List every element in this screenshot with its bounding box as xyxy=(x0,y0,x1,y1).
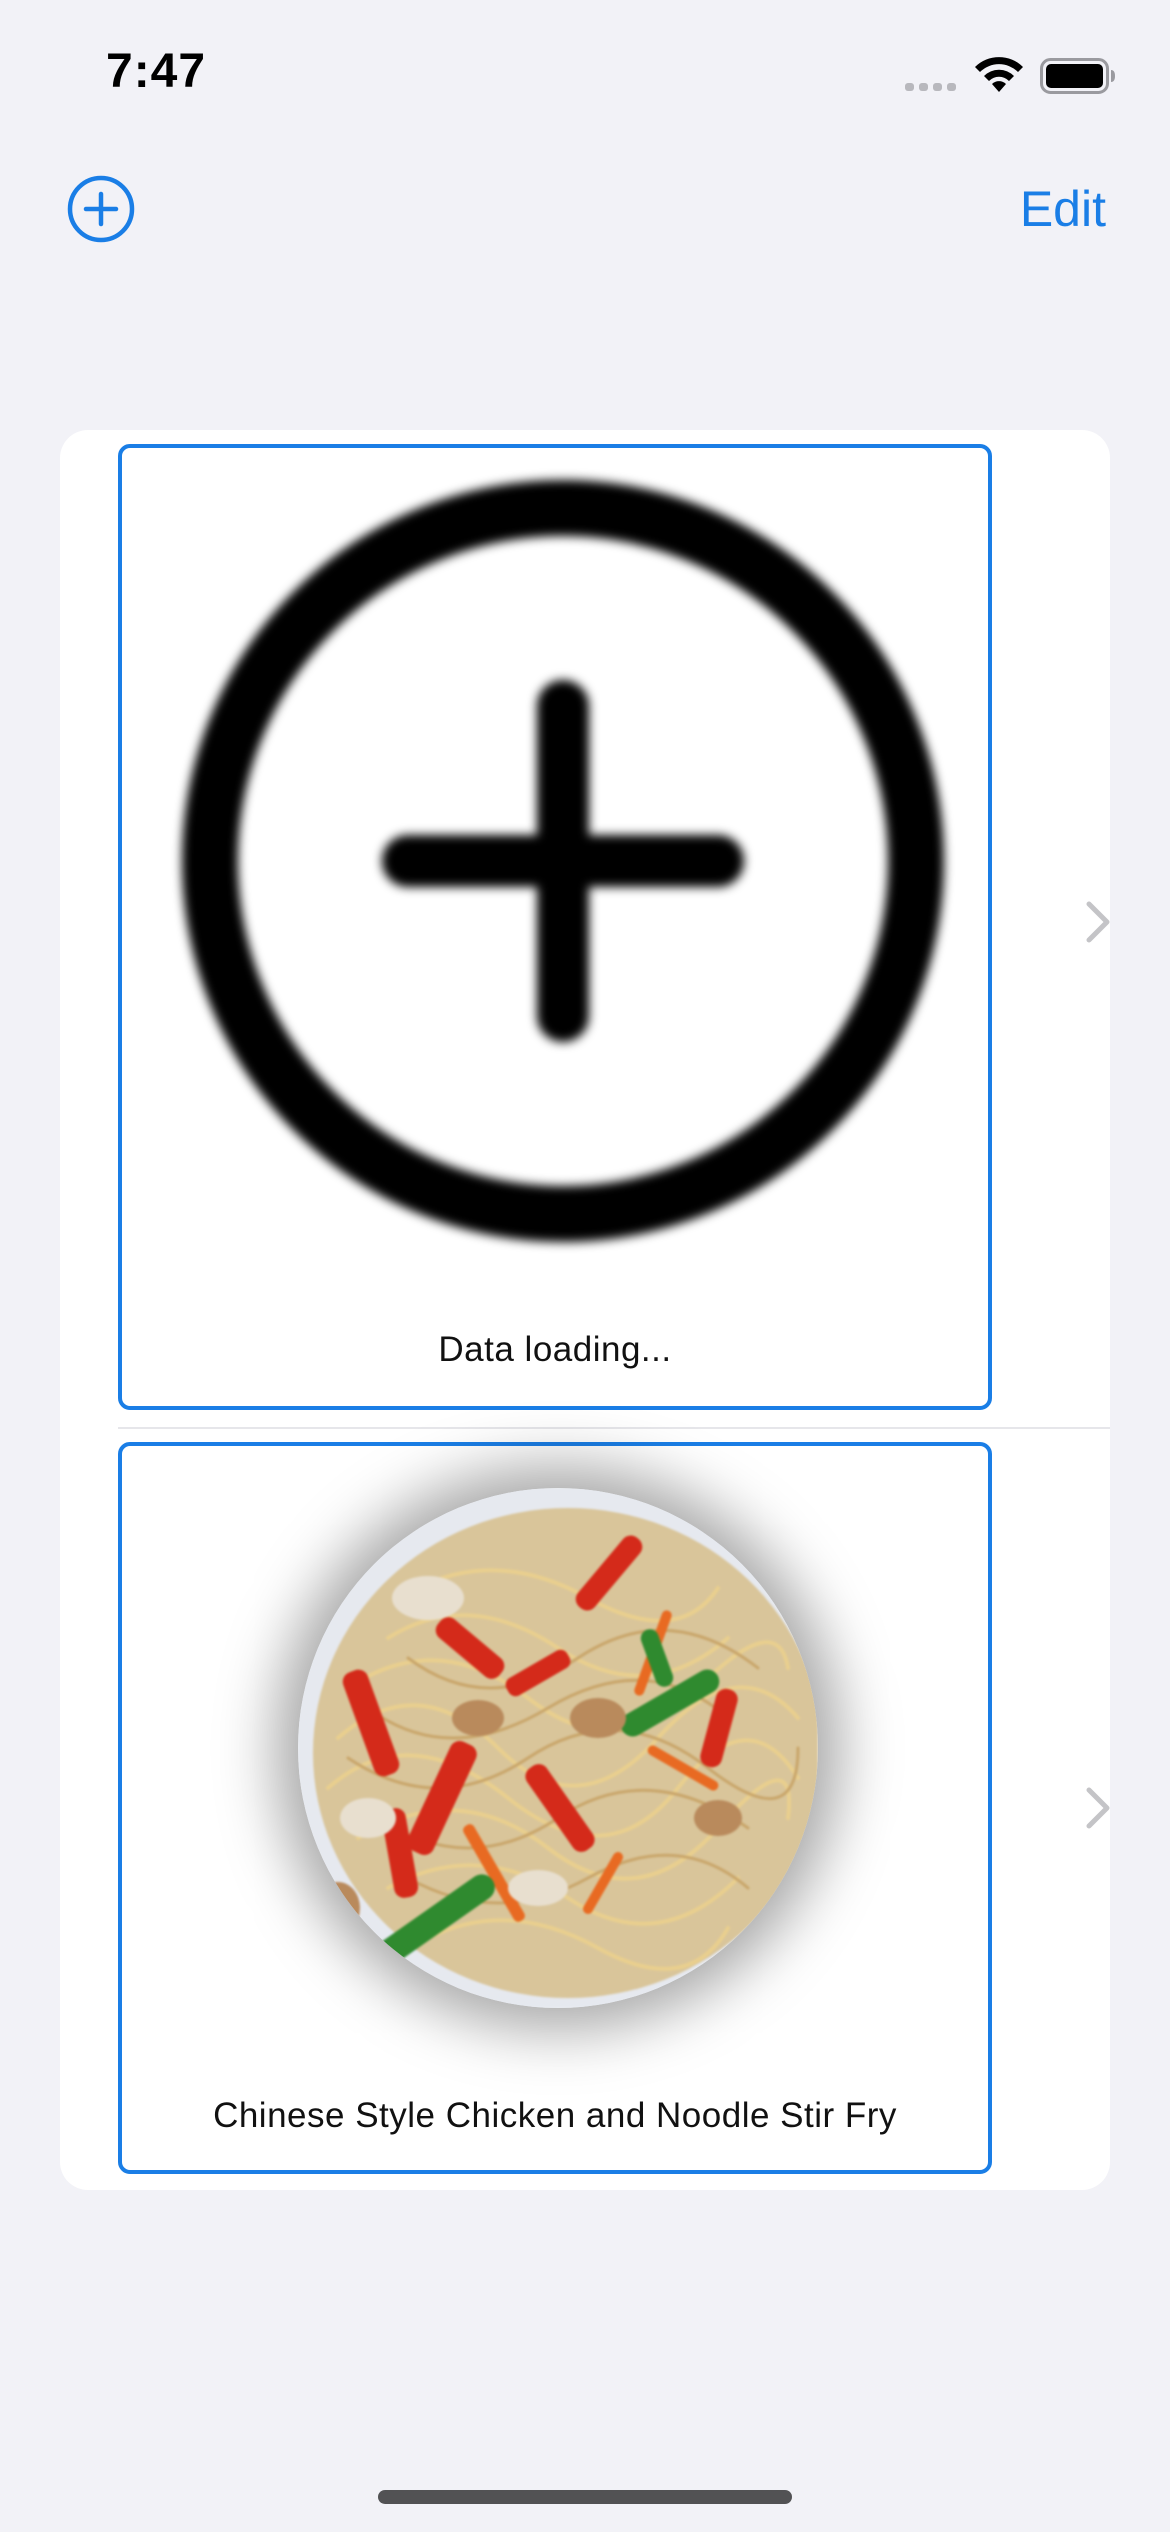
cellular-signal-icon xyxy=(905,80,957,99)
add-button[interactable] xyxy=(66,174,136,244)
chevron-right-icon[interactable] xyxy=(1085,900,1110,944)
status-time: 7:47 xyxy=(106,45,207,98)
wifi-icon xyxy=(972,54,1026,99)
list-item[interactable]: Data loading... xyxy=(60,430,1110,1427)
recipe-list: Data loading... Chinese Style Chicken an… xyxy=(60,430,1110,2190)
battery-icon xyxy=(1040,58,1116,99)
chicken-noodle-stir-fry-photo xyxy=(298,1488,818,2008)
plus-circle-placeholder-icon xyxy=(182,480,944,1242)
plus-circle-icon xyxy=(67,175,135,243)
list-item[interactable]: Chinese Style Chicken and Noodle Stir Fr… xyxy=(60,1429,1110,2190)
chevron-right-icon[interactable] xyxy=(1085,1786,1110,1830)
status-bar: 7:47 xyxy=(0,0,1170,140)
edit-button[interactable]: Edit xyxy=(1020,180,1106,238)
recipe-tile[interactable]: Data loading... xyxy=(118,444,992,1410)
recipe-tile[interactable]: Chinese Style Chicken and Noodle Stir Fr… xyxy=(118,1442,992,2174)
home-indicator[interactable] xyxy=(378,2490,792,2504)
recipe-caption: Data loading... xyxy=(438,1330,672,1369)
recipe-caption: Chinese Style Chicken and Noodle Stir Fr… xyxy=(213,2096,897,2135)
